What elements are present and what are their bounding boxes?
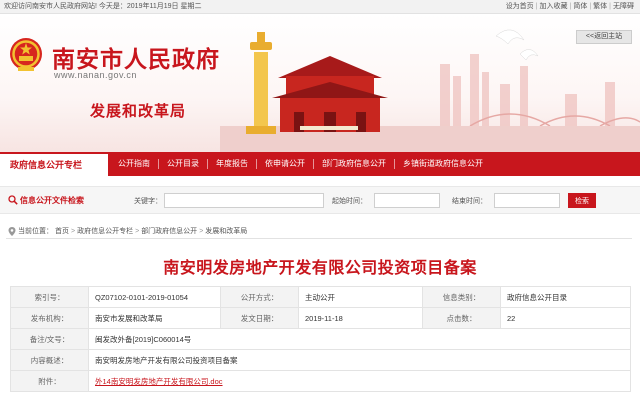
link-simplified[interactable]: 简体 [573,0,587,14]
utility-links: 设为首页 | 加入收藏 | 简体 | 繁体 | 无障碍 [506,0,634,14]
category-label: 信息类别： [422,286,501,308]
search-icon [8,195,18,205]
site-title: 南安市人民政府 [52,46,220,72]
nav-item-catalog[interactable]: 公开目录 [158,159,207,169]
search-button[interactable]: 检索 [568,193,596,208]
date-label: 发文日期： [220,307,299,329]
attachment-link[interactable]: 外14南安明发房地产开发有限公司.doc [95,377,223,386]
nav-item-on-request[interactable]: 依申请公开 [256,159,313,169]
site-domain: www.nanan.gov.cn [54,70,137,80]
nav-item-annual-report[interactable]: 年度报告 [207,159,256,169]
breadcrumb: 当前位置： 首页 > 政府信息公开专栏 > 部门政府信息公开 > 发展和改革局 [8,226,247,236]
table-row: 附件： 外14南安明发房地产开发有限公司.doc [10,370,631,392]
breadcrumb-bureau[interactable]: 发展和改革局 [205,226,247,236]
welcome-text: 欢迎访问南安市人民政府网站! 今天是：2019年11月19日 星期二 [4,3,202,10]
breadcrumb-separator: > [71,227,76,235]
start-time-input[interactable] [374,193,440,208]
link-traditional[interactable]: 繁体 [593,0,607,14]
index-value: QZ07102-0101-2019-01054 [88,286,221,308]
page-title: 南安明发房地产开发有限公司投资项目备案 [163,260,477,277]
index-label: 索引号： [10,286,89,308]
docno-value: 闽发改外备[2019]C060014号 [88,328,631,350]
link-add-favorite[interactable]: 加入收藏 [540,0,568,14]
breadcrumb-home[interactable]: 首页 [55,226,69,236]
search-section-label: 信息公开文件检索 [20,196,84,205]
docno-label: 备注/文号： [10,328,89,350]
bureau-name: 发展和改革局 [90,103,187,120]
summary-value: 南安明发房地产开发有限公司投资项目备案 [88,349,631,371]
issuer-label: 发布机构： [10,307,89,329]
link-accessibility[interactable]: 无障碍 [613,0,634,14]
nav-item-township-info[interactable]: 乡镇街道政府信息公开 [394,159,491,169]
issuer-value: 南安市发展和改革局 [88,307,221,329]
nav-item-guide[interactable]: 公开指南 [110,159,158,169]
breadcrumb-info-column[interactable]: 政府信息公开专栏 [77,226,133,236]
end-time-label: 结束时间： [452,198,487,205]
nav-item-department-info[interactable]: 部门政府信息公开 [313,159,394,169]
category-value: 政府信息公开目录 [500,286,631,308]
national-emblem-icon [10,38,42,71]
date-value: 2019-11-18 [298,307,423,329]
breadcrumb-separator: > [135,227,140,235]
nav-items: 公开指南 公开目录 年度报告 依申请公开 部门政府信息公开 乡镇街道政府信息公开 [110,152,491,176]
breadcrumb-separator: > [199,227,204,235]
method-value: 主动公开 [298,286,423,308]
nav-section-title: 政府信息公开专栏 [0,152,108,176]
breadcrumb-department-info[interactable]: 部门政府信息公开 [141,226,197,236]
keyword-label: 关键字： [134,198,162,205]
attachment-cell: 外14南安明发房地产开发有限公司.doc [88,370,631,392]
site-banner: 南安市人民政府 www.nanan.gov.cn 发展和改革局 <<返回主站 [0,14,640,152]
method-label: 公开方式： [220,286,299,308]
clicks-value: 22 [500,307,631,329]
table-row: 索引号： QZ07102-0101-2019-01054 公开方式： 主动公开 … [10,286,631,308]
summary-label: 内容概述： [10,349,89,371]
start-time-label: 起始时间： [332,198,367,205]
document-search-row: 信息公开文件检索 关键字： 起始时间： 结束时间： 检索 [0,186,640,214]
main-nav-bar: 政府信息公开专栏 公开指南 公开目录 年度报告 依申请公开 部门政府信息公开 乡… [0,152,640,176]
top-utility-bar: 欢迎访问南安市人民政府网站! 今天是：2019年11月19日 星期二 设为首页 |… [0,0,640,14]
end-time-input[interactable] [494,193,560,208]
clicks-label: 点击数： [422,307,501,329]
table-row: 发布机构： 南安市发展和改革局 发文日期： 2019-11-18 点击数： 22 [10,307,631,329]
location-pin-icon [8,226,16,236]
breadcrumb-prefix: 当前位置： [18,228,53,235]
document-info-table: 索引号： QZ07102-0101-2019-01054 公开方式： 主动公开 … [10,286,631,392]
back-to-main-site-button[interactable]: <<返回主站 [576,30,632,44]
attachment-label: 附件： [10,370,89,392]
keyword-input[interactable] [164,193,324,208]
link-set-homepage[interactable]: 设为首页 [506,0,534,14]
table-row: 备注/文号： 闽发改外备[2019]C060014号 [10,328,631,350]
breadcrumb-divider [6,238,632,239]
table-row: 内容概述： 南安明发房地产开发有限公司投资项目备案 [10,349,631,371]
